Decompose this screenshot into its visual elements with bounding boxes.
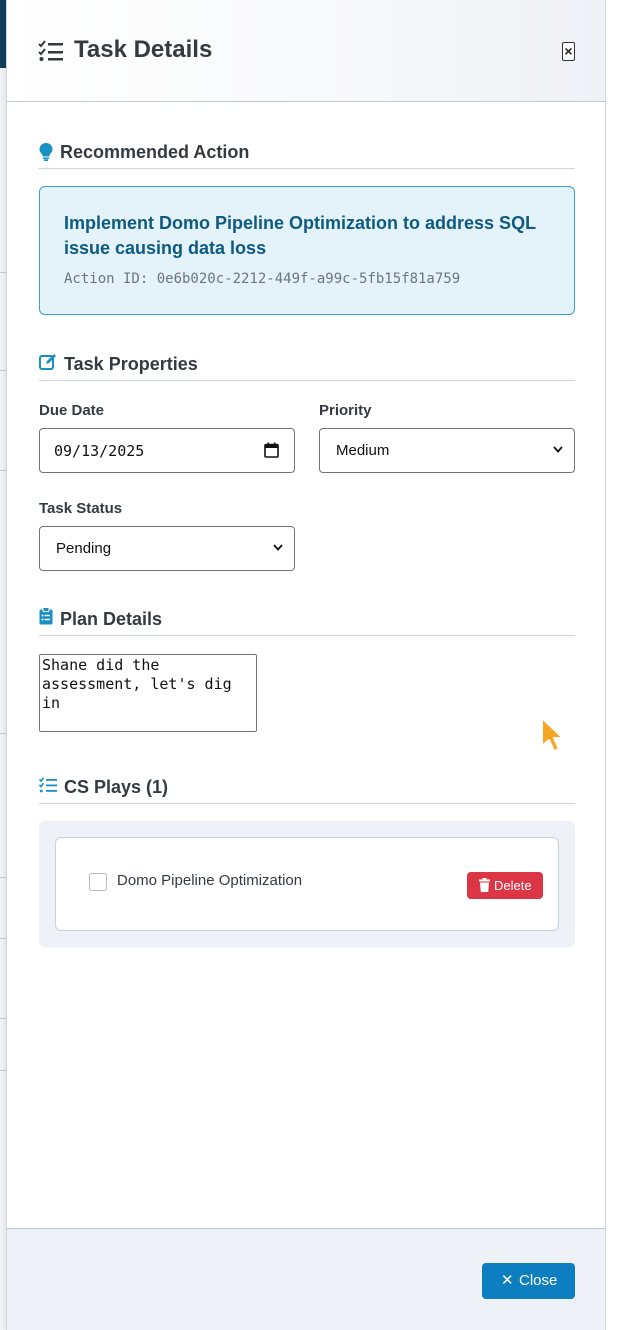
- chevron-down-icon: [553, 446, 563, 453]
- play-checkbox[interactable]: [89, 873, 107, 891]
- task-properties-heading: Task Properties: [39, 351, 575, 381]
- recommended-action-title: Implement Domo Pipeline Optimization to …: [64, 213, 536, 258]
- calendar-icon[interactable]: [264, 442, 279, 458]
- cs-plays-heading: CS Plays (1): [39, 774, 575, 804]
- due-date-label: Due Date: [39, 402, 105, 419]
- tasks-list-icon: [39, 777, 57, 793]
- mouse-cursor-icon: [541, 717, 564, 752]
- due-date-value: 09/13/2025: [54, 442, 145, 460]
- task-status-value: Pending: [56, 540, 112, 557]
- section-title: Plan Details: [60, 609, 163, 629]
- priority-value: Medium: [336, 442, 390, 459]
- task-status-select[interactable]: Pending: [39, 526, 295, 571]
- section-title: Recommended Action: [60, 142, 250, 162]
- close-button[interactable]: ✕ Close: [482, 1263, 575, 1299]
- close-label: Close: [519, 1272, 558, 1289]
- delete-button[interactable]: Delete: [467, 872, 543, 899]
- task-details-panel: Task Details × Recommended Action Implem…: [6, 0, 606, 1330]
- panel-footer: ✕ Close: [7, 1228, 605, 1330]
- section-title: CS Plays (1): [64, 777, 169, 797]
- plan-details-textarea[interactable]: Shane did the assessment, let's dig in: [39, 654, 257, 732]
- plan-details-heading: Plan Details: [39, 606, 575, 636]
- play-name: Domo Pipeline Optimization: [117, 872, 303, 889]
- section-title: Task Properties: [64, 354, 198, 374]
- priority-select[interactable]: Medium: [319, 428, 575, 473]
- delete-label: Delete: [494, 878, 532, 893]
- list-item: Domo Pipeline Optimization Delete: [55, 837, 559, 931]
- panel-header: Task Details ×: [7, 0, 605, 102]
- recommended-action-heading: Recommended Action: [39, 139, 575, 169]
- edit-icon: [39, 354, 56, 370]
- task-status-label: Task Status: [39, 500, 123, 517]
- close-icon: ✕: [501, 1272, 514, 1289]
- recommended-action-card: Implement Domo Pipeline Optimization to …: [39, 186, 575, 315]
- action-id: Action ID: 0e6b020c-2212-449f-a99c-5fb15…: [64, 271, 461, 287]
- lightbulb-icon: [39, 143, 53, 161]
- cs-plays-list: Domo Pipeline Optimization Delete: [39, 821, 575, 947]
- panel-title: Task Details: [74, 36, 213, 63]
- priority-label: Priority: [319, 402, 372, 419]
- clipboard-icon: [39, 607, 53, 625]
- close-icon[interactable]: ×: [562, 42, 575, 61]
- chevron-down-icon: [273, 544, 283, 551]
- trash-icon: [479, 878, 490, 892]
- tasks-list-icon: [38, 40, 63, 61]
- due-date-input[interactable]: 09/13/2025: [39, 428, 295, 473]
